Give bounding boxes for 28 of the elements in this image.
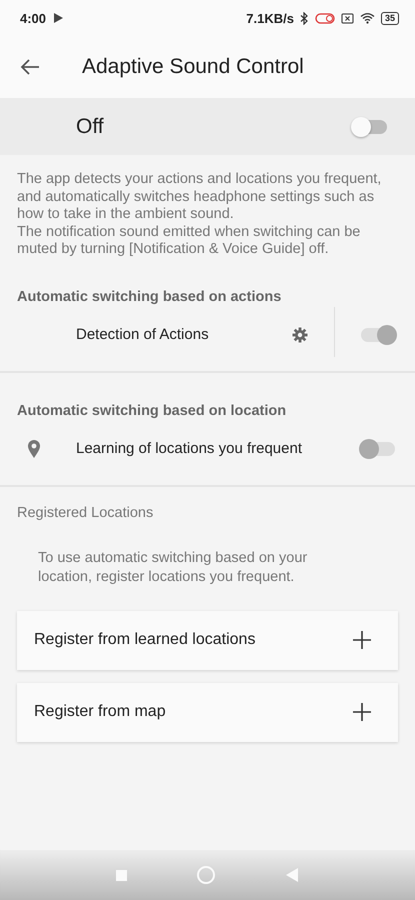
register-button[interactable]: Register from map bbox=[17, 682, 398, 742]
network-speed: 7.1KB/s bbox=[246, 10, 294, 26]
description-text: The app detects your actions and locations you frequent, and automatically switches headphone settings such as how to take in the ambient sound. The notification sound emitted when switching can be muted by turning [Notification & Voice Guide] off. bbox=[17, 171, 382, 258]
settings-icon[interactable] bbox=[292, 326, 308, 342]
master-toggle[interactable] bbox=[353, 120, 387, 134]
page-title: Adaptive Sound Control bbox=[82, 55, 304, 79]
back-nav-button[interactable] bbox=[285, 867, 299, 883]
section-heading: Automatic switching based on location bbox=[17, 402, 288, 418]
setting-label: Learning of locations you frequent bbox=[76, 440, 303, 457]
section-heading: Automatic switching based on actions bbox=[17, 288, 282, 304]
status-time: 4:00 bbox=[20, 10, 46, 26]
section-heading: Registered Locations bbox=[17, 504, 154, 520]
play-icon bbox=[52, 12, 64, 24]
back-arrow-icon bbox=[20, 59, 40, 75]
hint-text: To use automatic switching based on your location, register locations you frequent. bbox=[38, 548, 308, 586]
plus-icon bbox=[352, 702, 372, 722]
home-button[interactable] bbox=[197, 866, 215, 884]
plus-icon bbox=[352, 630, 372, 650]
register-button[interactable]: Register from learned locations bbox=[17, 610, 398, 670]
recents-button[interactable] bbox=[116, 870, 127, 880]
battery-indicator: 35 bbox=[380, 12, 399, 24]
wifi-icon bbox=[360, 12, 375, 24]
location-pin-icon bbox=[27, 438, 41, 458]
no-sim-icon bbox=[340, 12, 354, 24]
bluetooth-icon bbox=[300, 12, 309, 24]
master-switch-label: Off bbox=[76, 114, 105, 138]
battery-saver-icon bbox=[314, 12, 335, 24]
setting-label: Detection of Actions bbox=[76, 326, 210, 343]
